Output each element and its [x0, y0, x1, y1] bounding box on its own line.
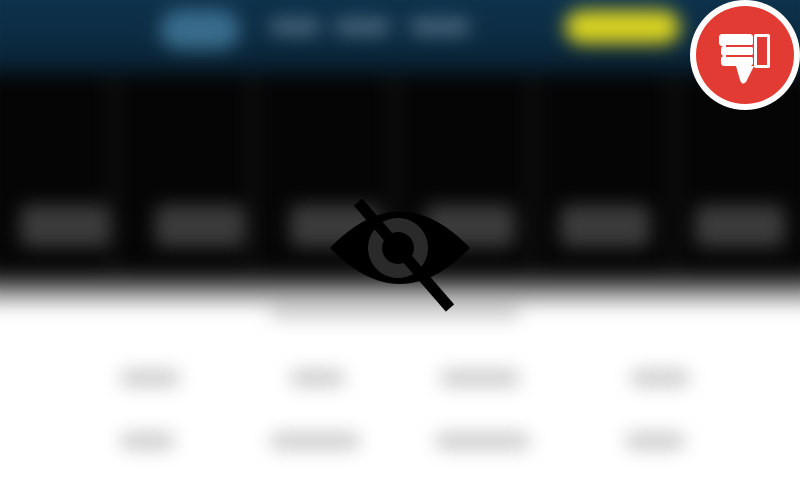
grid-cell: [625, 433, 685, 449]
nav-item: [270, 20, 320, 34]
hero-tile: [20, 205, 110, 247]
grid-cell: [120, 433, 175, 449]
cta-button: [565, 10, 680, 44]
content-area: [0, 310, 800, 500]
hero-tile: [695, 205, 785, 247]
grid-cell: [440, 370, 520, 386]
hero-tile: [155, 205, 245, 247]
grid-cell: [120, 370, 180, 386]
grid-cell: [290, 370, 345, 386]
hero-tile: [560, 205, 650, 247]
grid-cell: [630, 370, 690, 386]
nav-item: [410, 20, 470, 34]
grid-cell: [270, 433, 360, 449]
logo: [160, 10, 240, 50]
header-bar: [0, 0, 800, 75]
nav-item: [335, 20, 390, 34]
grid-cell: [435, 433, 530, 449]
thumbs-down-icon: [719, 34, 770, 84]
dislike-badge[interactable]: [690, 0, 800, 110]
eye-slash-icon[interactable]: [320, 190, 480, 320]
badge-circle: [696, 6, 794, 104]
